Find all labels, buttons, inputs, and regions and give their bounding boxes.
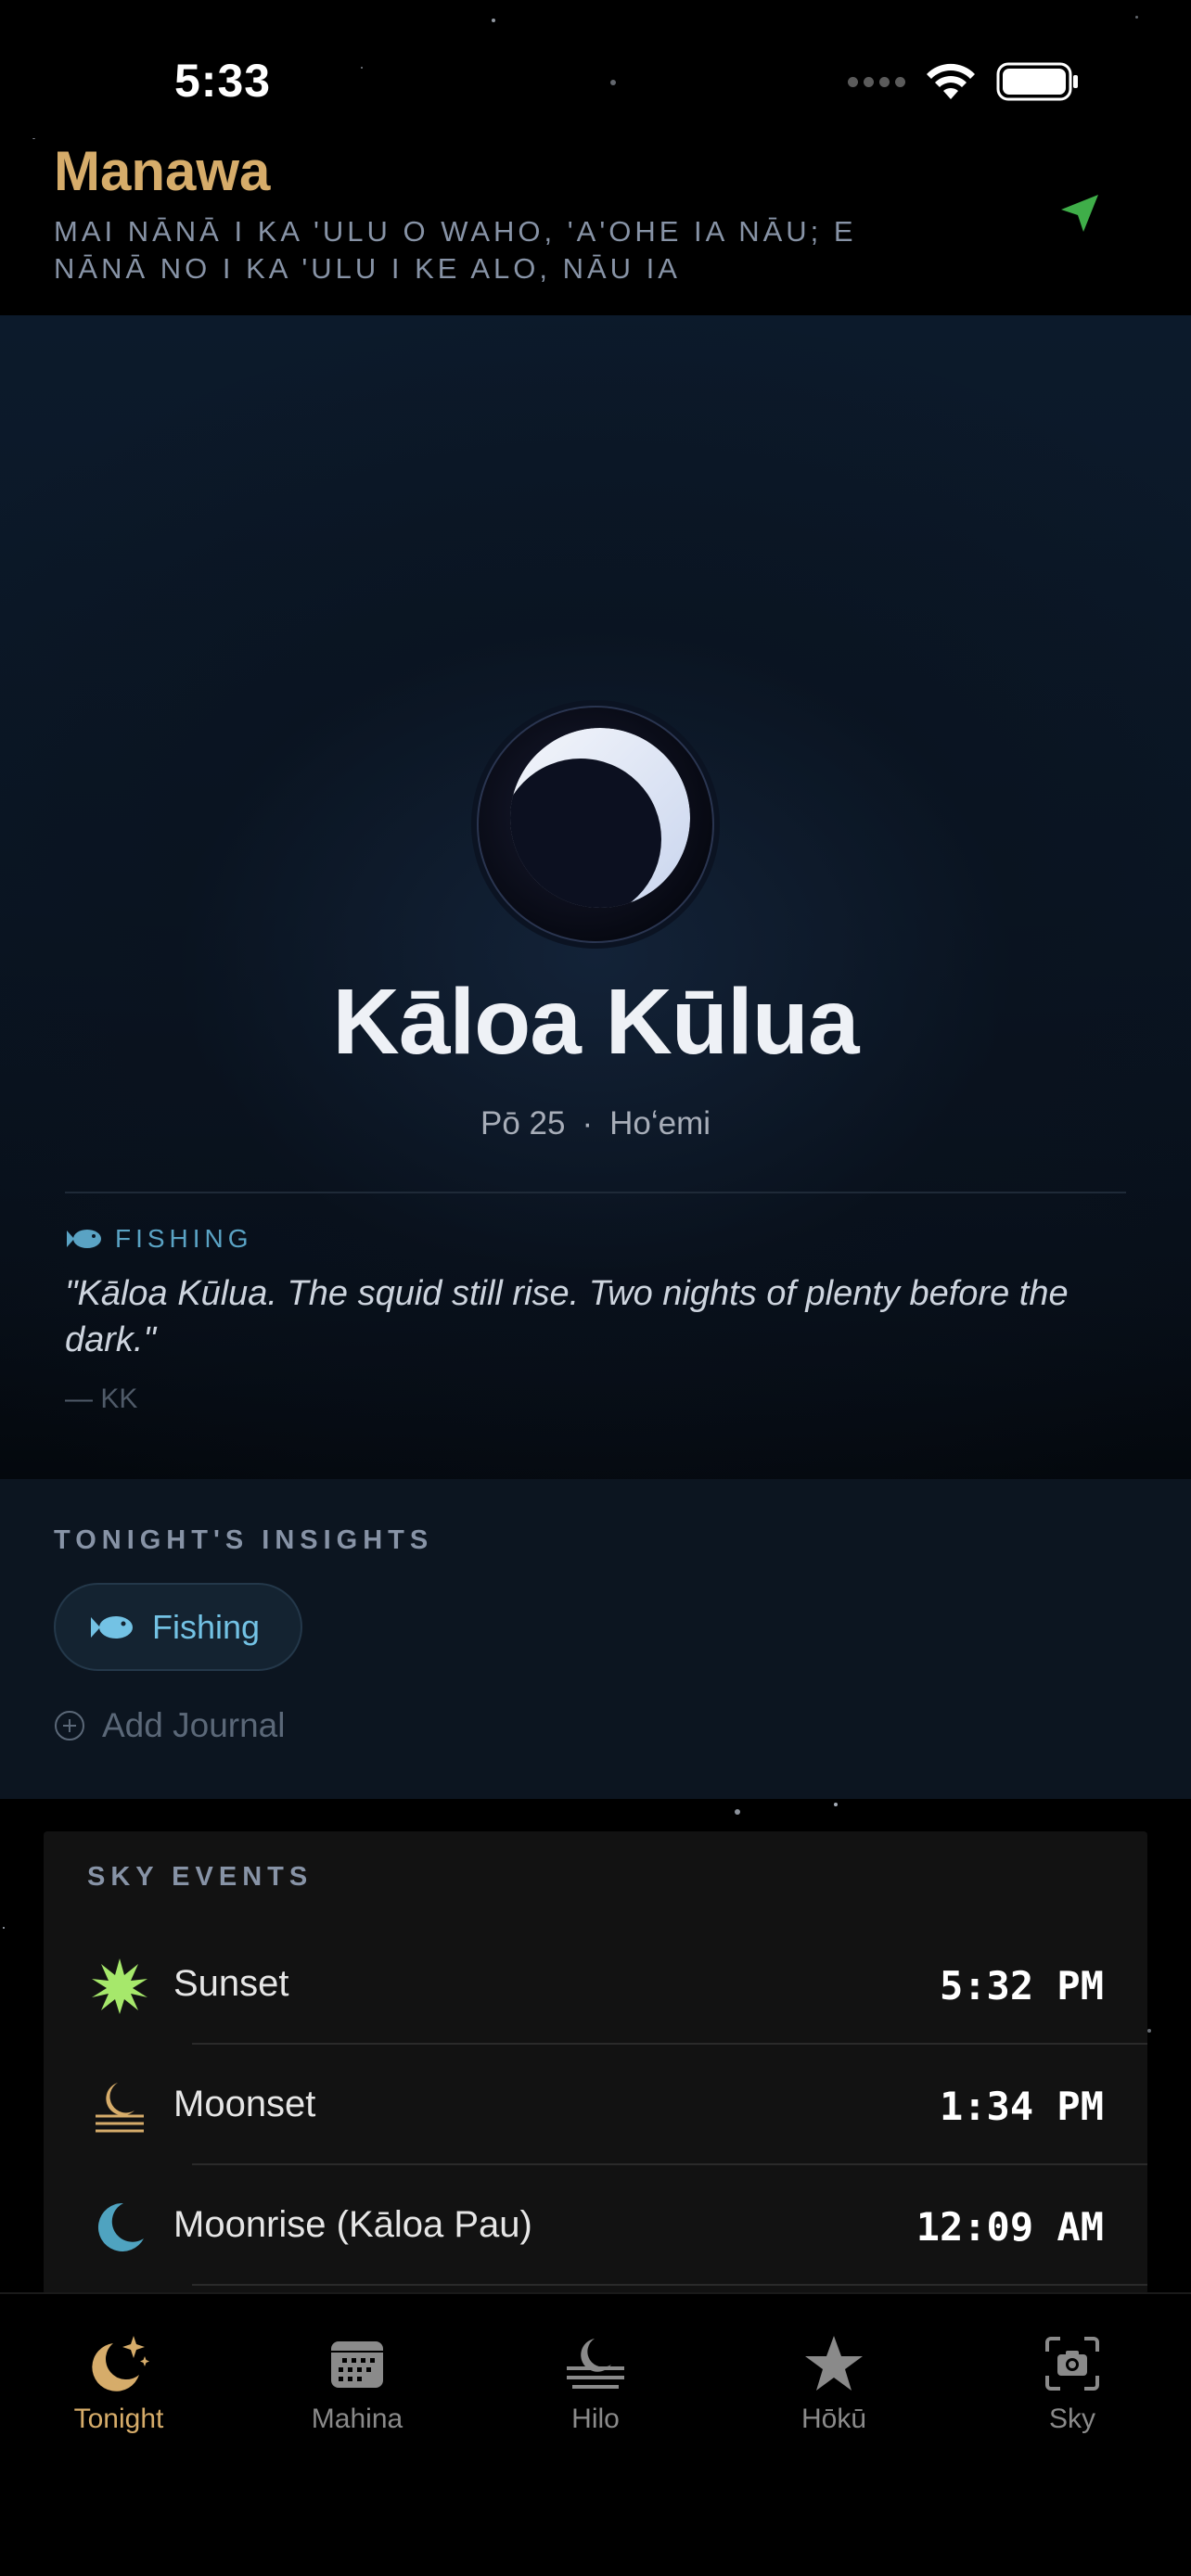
quote-category: FISHING [65,1224,253,1254]
add-journal-label: Add Journal [102,1706,286,1744]
sky-event-moonrise[interactable]: Moonrise (Kāloa Pau) 12:09 AM [44,2165,1147,2286]
event-time: 12:09 AM [916,2204,1104,2250]
insight-chip-fishing[interactable]: Fishing [54,1583,302,1671]
tab-label: Hōkū [800,2404,867,2434]
star-dot [3,1927,5,1929]
quote-text: "Kāloa Kūlua. The squid still rise. Two … [65,1274,1069,1359]
row-divider [192,2284,1147,2286]
status-icons [848,61,1080,102]
app-title: Manawa [54,140,271,202]
event-time: 5:32 PM [939,1963,1104,2009]
plus-circle-icon [55,1711,84,1741]
tab-label: Tonight [73,2404,164,2434]
moon-hero: Kāloa Kūlua Pō 25 · Hoʻemi FISHING "Kāloa … [0,315,1191,1479]
wifi-icon [927,63,975,99]
sky-event-sunset[interactable]: Sunset 5:32 PM [44,1924,1147,2045]
sky-events-card: SKY EVENTS Sunset 5:32 PM Moonset 1:34 P… [44,1831,1147,2295]
tab-tonight[interactable]: Tonight [35,2331,202,2435]
app-subtitle: MAI NĀNĀ I KA 'ULU O WAHO, 'A'OHE IA NĀU… [54,215,857,285]
add-journal-button[interactable]: Add Journal [54,1706,285,1745]
moon-horizon-icon [567,2339,624,2389]
sky-events-title: SKY EVENTS [87,1862,314,1892]
location-arrow-icon [1061,195,1098,232]
event-time: 1:34 PM [939,2084,1104,2129]
moonrise-icon [90,2198,149,2257]
cellular-signal-icon [848,76,905,87]
insights-title: TONIGHT'S INSIGHTS [54,1525,434,1555]
star-dot [735,1809,740,1815]
tab-label: Hilo [571,2404,620,2434]
moon-season: Hoʻemi [609,1105,711,1141]
tab-hilo[interactable]: Hilo [512,2331,679,2435]
moon-stars-icon [92,2336,149,2391]
camera-viewfinder-icon [1045,2337,1099,2391]
calendar-icon [331,2341,383,2388]
tab-mahina[interactable]: Mahina [274,2331,441,2435]
tonights-insights: TONIGHT'S INSIGHTS Fishing Add Journal [0,1479,1191,1799]
app-header: Manawa MAI NĀNĀ I KA 'ULU O WAHO, 'A'OHE… [0,139,1191,315]
quote-category-label: FISHING [115,1224,253,1253]
fish-icon [91,1615,133,1639]
star-dot [834,1803,838,1806]
tab-bar: Tonight Mahina Hilo Hōkū Sky [0,2292,1191,2576]
location-button[interactable] [1052,185,1108,241]
divider [65,1192,1126,1193]
status-time: 5:33 [174,55,272,107]
tab-sky[interactable]: Sky [989,2331,1156,2435]
quote-author: — KK [65,1384,138,1414]
sunset-icon [90,1957,149,2016]
tab-hoku[interactable]: Hōkū [750,2331,917,2435]
insight-chip-label: Fishing [152,1607,261,1646]
moon-phase-name: Kāloa Kūlua [332,970,860,1074]
moon-meta: Pō 25 · Hoʻemi [0,1105,1191,1142]
event-name: Moonrise (Kāloa Pau) [173,2204,532,2245]
sky-event-moonset[interactable]: Moonset 1:34 PM [44,2045,1147,2165]
star-dot [1147,2029,1151,2033]
battery-icon [996,62,1078,101]
moonset-icon [90,2077,149,2136]
event-name: Moonset [173,2084,316,2124]
tab-label: Mahina [311,2404,403,2434]
moon-phase-graphic [471,700,720,949]
star-icon [805,2336,863,2391]
tab-label: Sky [1048,2404,1095,2434]
fish-icon [67,1230,101,1248]
status-bar: 5:33 [0,0,1191,139]
night-number: Pō 25 [480,1105,566,1141]
event-name: Sunset [173,1963,289,2004]
meta-separator: · [582,1105,594,1141]
